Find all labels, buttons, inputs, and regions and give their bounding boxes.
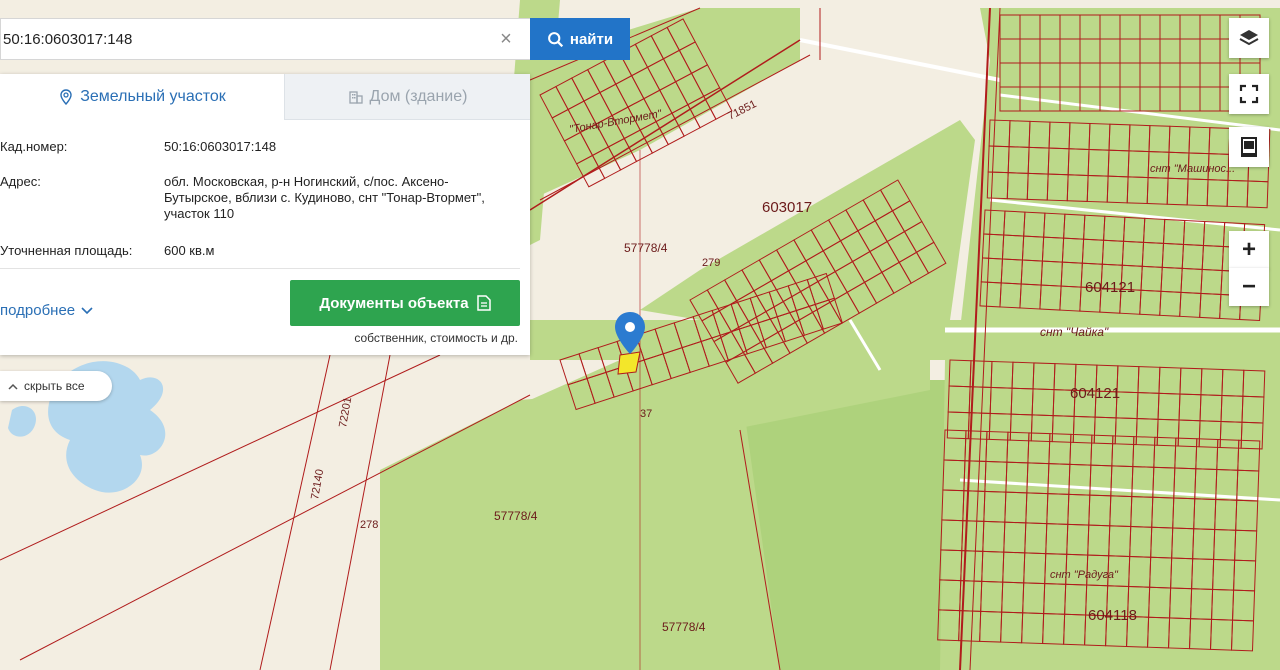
parcel-label: 57778/4 (494, 509, 538, 523)
area-label: Уточненная площадь: (0, 243, 133, 258)
tab-land-plot[interactable]: Земельный участок (0, 74, 284, 120)
search-button-label: найти (569, 30, 614, 48)
fullscreen-button[interactable] (1229, 74, 1269, 114)
fullscreen-icon (1239, 84, 1259, 104)
snt-label: снт "Радуга" (1050, 569, 1119, 581)
object-documents-label: Документы объекта (319, 294, 469, 312)
tab-land-plot-label: Земельный участок (80, 88, 226, 105)
search-button[interactable]: найти (530, 18, 630, 60)
quarter-label: 604121 (1085, 279, 1135, 296)
quarter-label: 604118 (1088, 607, 1137, 624)
layers-icon (1239, 30, 1259, 46)
chevron-up-icon (8, 383, 18, 390)
divider (0, 268, 520, 269)
parcel-label: 57778/4 (624, 241, 668, 255)
layers-button[interactable] (1229, 18, 1269, 58)
object-tabs: Земельный участок Дом (здание) (0, 74, 530, 120)
address-value: обл. Московская, р-н Ногинский, с/пос. А… (164, 174, 485, 221)
building-icon (348, 90, 363, 104)
hide-all-label: скрыть все (24, 379, 85, 393)
quarter-label: 604121 (1070, 385, 1120, 402)
zoom-out-button[interactable]: − (1229, 268, 1269, 306)
more-details-link[interactable]: подробнее (0, 302, 93, 319)
tab-building-label: Дом (здание) (369, 87, 468, 105)
documents-hint: собственник, стоимость и др. (354, 331, 518, 345)
chevron-down-icon (81, 306, 93, 314)
print-icon (1241, 137, 1257, 157)
object-documents-button[interactable]: Документы объекта (290, 280, 520, 326)
cadastral-search-input[interactable] (1, 20, 481, 58)
selected-parcel[interactable] (617, 351, 641, 375)
area-value: 600 кв.м (164, 243, 215, 258)
parcel-label: 57778/4 (662, 620, 706, 634)
quarter-label: 603017 (762, 199, 812, 216)
parcel-label: 279 (702, 257, 720, 269)
object-info-panel: Земельный участок Дом (здание) Кад.номер… (0, 74, 530, 355)
clear-icon[interactable]: × (496, 28, 516, 50)
parcel-label: 278 (360, 519, 378, 531)
snt-label: снт "Машинос..." (1150, 163, 1240, 175)
address-label: Адрес: (0, 174, 41, 189)
zoom-in-button[interactable]: + (1229, 231, 1269, 269)
document-icon (476, 295, 491, 311)
cad-number-value: 50:16:0603017:148 (164, 139, 277, 154)
search-bar: × (0, 18, 530, 60)
snt-label: снт "Чайка" (1040, 325, 1109, 339)
parcel-label: 37 (640, 408, 652, 420)
cad-number-label: Кад.номер: (0, 139, 68, 154)
tab-building[interactable]: Дом (здание) (284, 74, 530, 120)
search-icon (547, 31, 563, 47)
hide-all-button[interactable]: скрыть все (0, 371, 112, 401)
more-details-label: подробнее (0, 302, 76, 319)
map-pin-icon (60, 89, 72, 105)
print-button[interactable] (1229, 127, 1269, 167)
